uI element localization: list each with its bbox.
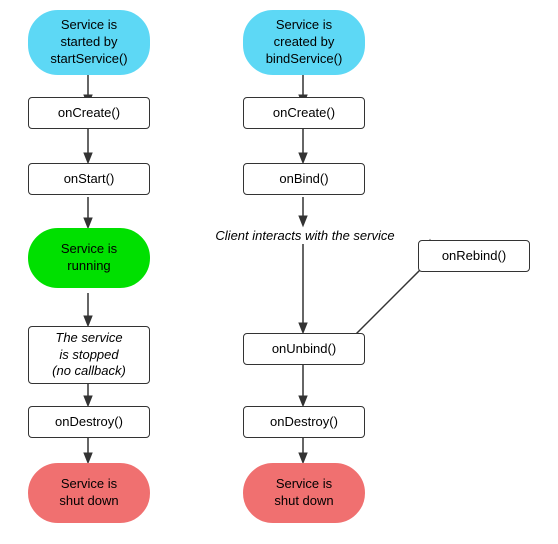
onunbind-node: onUnbind() [243, 333, 365, 365]
left-shutdown-label: Service is shut down [59, 476, 118, 510]
left-oncreate-node: onCreate() [28, 97, 150, 129]
bind-service-node: Service is created by bindService() [243, 10, 365, 75]
bind-service-label: Service is created by bindService() [266, 17, 343, 68]
left-oncreate-label: onCreate() [58, 105, 120, 122]
left-ondestroy-node: onDestroy() [28, 406, 150, 438]
left-ondestroy-label: onDestroy() [55, 414, 123, 431]
left-shutdown-node: Service is shut down [28, 463, 150, 523]
right-ondestroy-node: onDestroy() [243, 406, 365, 438]
right-oncreate-label: onCreate() [273, 105, 335, 122]
service-running-label: Service is running [61, 241, 117, 275]
onstart-label: onStart() [64, 171, 115, 188]
start-service-label: Service is started by startService() [50, 17, 127, 68]
onrebind-label: onRebind() [442, 248, 506, 265]
onbind-node: onBind() [243, 163, 365, 195]
onstart-node: onStart() [28, 163, 150, 195]
right-ondestroy-label: onDestroy() [270, 414, 338, 431]
right-shutdown-label: Service is shut down [274, 476, 333, 510]
service-stopped-node: The service is stopped (no callback) [28, 326, 150, 384]
onbind-label: onBind() [279, 171, 328, 188]
client-interacts-label: Client interacts with the service [215, 228, 394, 245]
client-interacts-node: Client interacts with the service [195, 226, 415, 246]
service-running-node: Service is running [28, 228, 150, 288]
start-service-node: Service is started by startService() [28, 10, 150, 75]
diagram: Service is started by startService() Ser… [0, 0, 558, 544]
service-stopped-label: The service is stopped (no callback) [52, 330, 126, 381]
right-oncreate-node: onCreate() [243, 97, 365, 129]
onrebind-node: onRebind() [418, 240, 530, 272]
right-shutdown-node: Service is shut down [243, 463, 365, 523]
onunbind-label: onUnbind() [272, 341, 336, 358]
